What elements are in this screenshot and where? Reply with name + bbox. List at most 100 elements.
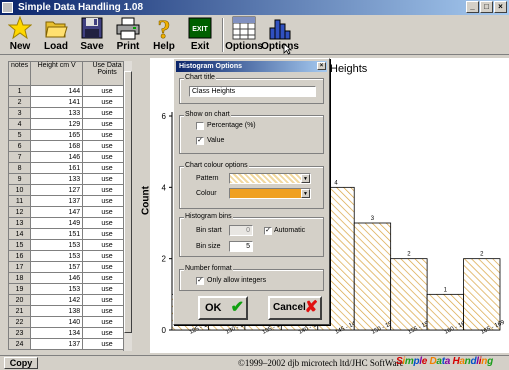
row-number-cell[interactable]: 2 bbox=[7, 96, 32, 108]
row-number-cell[interactable]: 19 bbox=[7, 283, 32, 295]
save-button[interactable]: Save bbox=[74, 15, 110, 55]
table-row: 2 141 use bbox=[7, 96, 132, 108]
table-row: 17 157 use bbox=[7, 261, 132, 273]
table-row: 21 138 use bbox=[7, 305, 132, 317]
height-cell[interactable]: 147 bbox=[30, 206, 84, 218]
help-button[interactable]: ? Help bbox=[146, 15, 182, 55]
data-table: notes Height cm V Use Data Points 1 144 us… bbox=[7, 61, 132, 350]
minimize-button[interactable]: _ bbox=[466, 1, 479, 13]
bar-value-label: 1 bbox=[444, 287, 448, 293]
height-cell[interactable]: 146 bbox=[30, 151, 84, 163]
close-button[interactable]: × bbox=[494, 1, 507, 13]
height-cell[interactable]: 137 bbox=[30, 338, 84, 350]
height-cell[interactable]: 161 bbox=[30, 162, 84, 174]
height-cell[interactable]: 140 bbox=[30, 316, 84, 328]
height-cell[interactable]: 153 bbox=[30, 239, 84, 251]
row-number-cell[interactable]: 9 bbox=[7, 173, 32, 185]
row-number-cell[interactable]: 4 bbox=[7, 118, 32, 130]
print-button[interactable]: Print bbox=[110, 15, 146, 55]
height-cell[interactable]: 133 bbox=[30, 173, 84, 185]
bin-size-input[interactable]: 5 bbox=[229, 241, 253, 252]
row-number-cell[interactable]: 6 bbox=[7, 140, 32, 152]
table-row: 15 153 use bbox=[7, 239, 132, 251]
height-cell[interactable]: 141 bbox=[30, 96, 84, 108]
height-cell[interactable]: 144 bbox=[30, 85, 84, 97]
row-number-cell[interactable]: 15 bbox=[7, 239, 32, 251]
height-column-header[interactable]: Height cm V bbox=[30, 61, 84, 86]
height-cell[interactable]: 129 bbox=[30, 118, 84, 130]
pattern-dropdown-arrow-icon[interactable]: ▼ bbox=[301, 174, 310, 183]
row-number-cell[interactable]: 10 bbox=[7, 184, 32, 196]
height-cell[interactable]: 151 bbox=[30, 228, 84, 240]
row-number-cell[interactable]: 13 bbox=[7, 217, 32, 229]
height-cell[interactable]: 165 bbox=[30, 129, 84, 141]
row-number-cell[interactable]: 16 bbox=[7, 250, 32, 262]
pattern-select[interactable]: ▼ bbox=[229, 173, 311, 184]
table-row: 10 127 use bbox=[7, 184, 132, 196]
table-row: 9 133 use bbox=[7, 173, 132, 185]
load-button[interactable]: Load bbox=[38, 15, 74, 55]
value-checkbox[interactable]: ✓ bbox=[196, 137, 204, 145]
dialog-title: Histogram Options bbox=[179, 63, 243, 70]
row-number-cell[interactable]: 24 bbox=[7, 338, 32, 350]
table-row: 4 129 use bbox=[7, 118, 132, 130]
table-row: 5 165 use bbox=[7, 129, 132, 141]
new-button[interactable]: New bbox=[2, 15, 38, 55]
cancel-button[interactable]: Cancel ✘ bbox=[268, 296, 322, 320]
colour-select[interactable]: ▼ bbox=[229, 188, 311, 199]
height-cell[interactable]: 138 bbox=[30, 305, 84, 317]
height-cell[interactable]: 153 bbox=[30, 250, 84, 262]
height-cell[interactable]: 127 bbox=[30, 184, 84, 196]
floppy-disk-icon bbox=[81, 17, 103, 39]
data-options-button[interactable]: Options bbox=[225, 15, 263, 55]
chart-title-input[interactable]: Class Heights bbox=[189, 86, 316, 97]
number-format-group-label: Number format bbox=[184, 265, 233, 272]
row-number-cell[interactable]: 12 bbox=[7, 206, 32, 218]
scrollbar-thumb[interactable] bbox=[124, 71, 132, 333]
bin-start-input[interactable]: 0 bbox=[229, 225, 253, 236]
colour-dropdown-arrow-icon[interactable]: ▼ bbox=[301, 189, 310, 198]
table-scrollbar[interactable] bbox=[123, 61, 132, 351]
percentage-checkbox[interactable] bbox=[196, 122, 204, 130]
row-number-cell[interactable]: 14 bbox=[7, 228, 32, 240]
ok-button[interactable]: OK ✔ bbox=[198, 296, 248, 320]
chart-title-group-label: Chart title bbox=[184, 74, 216, 81]
histogram-bar bbox=[353, 222, 392, 331]
height-cell[interactable]: 133 bbox=[30, 107, 84, 119]
row-number-cell[interactable]: 5 bbox=[7, 129, 32, 141]
automatic-checkbox[interactable]: ✓ bbox=[264, 227, 272, 235]
row-number-cell[interactable]: 23 bbox=[7, 327, 32, 339]
height-cell[interactable]: 146 bbox=[30, 272, 84, 284]
height-cell[interactable]: 157 bbox=[30, 261, 84, 273]
row-number-cell[interactable]: 21 bbox=[7, 305, 32, 317]
height-cell[interactable]: 137 bbox=[30, 195, 84, 207]
height-cell[interactable]: 142 bbox=[30, 294, 84, 306]
copy-button[interactable]: Copy bbox=[4, 357, 38, 369]
notes-column-header[interactable]: notes bbox=[7, 61, 32, 86]
colour-options-group-label: Chart colour options bbox=[184, 162, 249, 169]
row-number-cell[interactable]: 11 bbox=[7, 195, 32, 207]
row-number-cell[interactable]: 22 bbox=[7, 316, 32, 328]
row-number-cell[interactable]: 8 bbox=[7, 162, 32, 174]
row-number-cell[interactable]: 20 bbox=[7, 294, 32, 306]
row-number-cell[interactable]: 18 bbox=[7, 272, 32, 284]
height-cell[interactable]: 153 bbox=[30, 283, 84, 295]
height-cell[interactable]: 134 bbox=[30, 327, 84, 339]
height-cell[interactable]: 168 bbox=[30, 140, 84, 152]
height-cell[interactable]: 149 bbox=[30, 217, 84, 229]
bin-start-label: Bin start bbox=[196, 227, 222, 234]
dialog-close-button[interactable]: × bbox=[317, 62, 326, 70]
only-integers-checkbox[interactable]: ✓ bbox=[196, 277, 204, 285]
row-number-cell[interactable]: 7 bbox=[7, 151, 32, 163]
maximize-button[interactable]: □ bbox=[480, 1, 493, 13]
window-title: Simple Data Handling 1.08 bbox=[18, 2, 144, 13]
bin-size-label: Bin size bbox=[196, 243, 221, 250]
table-row: 3 133 use bbox=[7, 107, 132, 119]
row-number-cell[interactable]: 3 bbox=[7, 107, 32, 119]
y-tick-label: 6 bbox=[162, 112, 167, 121]
row-number-cell[interactable]: 1 bbox=[7, 85, 32, 97]
row-number-cell[interactable]: 17 bbox=[7, 261, 32, 273]
exit-button[interactable]: EXIT Exit bbox=[182, 15, 218, 55]
y-tick-label: 0 bbox=[162, 326, 167, 335]
copyright-text: ©1999–2002 djb microtech ltd/JHC SoftWar… bbox=[238, 358, 404, 368]
